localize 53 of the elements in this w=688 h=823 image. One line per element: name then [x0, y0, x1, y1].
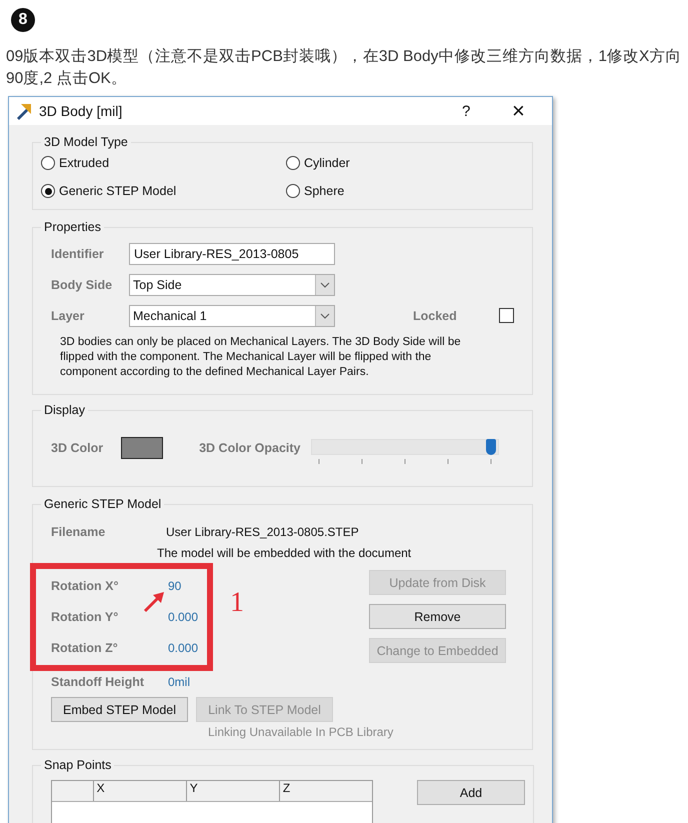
annotation-number: 1: [230, 588, 244, 618]
close-button[interactable]: ×: [512, 98, 532, 124]
radio-option[interactable]: Cylinder: [286, 156, 486, 170]
add-button[interactable]: Add: [417, 780, 525, 805]
instruction-text: 09版本双击3D模型（注意不是双击PCB封装哦），在3D Body中修改三维方向数据，1修改X方向90度,2 点击OK。: [6, 47, 682, 89]
dialog-button[interactable]: Embed STEP Model: [51, 697, 188, 722]
info-text: 3D bodies can only be placed on Mechanical Layers. The 3D Body Side will be flipped with the component. The Mechanical Layer will be flipped with the component according to the defined Mechanical Layer Pairs.: [60, 335, 462, 380]
field-label: Body Side: [50, 278, 114, 292]
column-header: X: [92, 781, 186, 801]
rotation-value[interactable]: 0.000: [168, 610, 198, 624]
group-title: Display: [43, 403, 86, 417]
checkbox[interactable]: [499, 308, 514, 323]
radio-button[interactable]: [286, 156, 300, 170]
radio-button[interactable]: [286, 184, 300, 198]
column-header: Y: [186, 781, 279, 801]
color-swatch[interactable]: [121, 436, 164, 458]
standoff-value[interactable]: 0mil: [168, 675, 190, 689]
rotation-value[interactable]: 0.000: [168, 640, 198, 654]
group-title: Snap Points: [43, 758, 112, 772]
group-title: Properties: [43, 220, 102, 234]
radio-option[interactable]: Extruded: [41, 156, 286, 170]
field-label: Layer: [50, 308, 86, 322]
step-number-badge: 8: [11, 8, 35, 32]
field-label: Filename: [50, 525, 106, 539]
window-title: 3D Body [mil]: [39, 103, 124, 119]
radio-button[interactable]: [41, 184, 55, 198]
opacity-slider[interactable]: [310, 439, 499, 455]
radio-option[interactable]: Sphere: [286, 184, 486, 198]
rotation-value[interactable]: 90: [168, 578, 182, 592]
field-label: 3D Color Opacity: [199, 440, 301, 454]
group-title: Generic STEP Model: [43, 497, 162, 511]
identifier-field[interactable]: User Library-RES_2013-0805: [129, 242, 335, 264]
dialog-button[interactable]: Remove: [369, 604, 506, 629]
app-icon: [15, 102, 33, 120]
dropdown[interactable]: Mechanical 1: [129, 304, 335, 326]
field-label: Rotation Y°: [50, 610, 120, 624]
slider-thumb[interactable]: [486, 439, 496, 455]
dropdown[interactable]: Top Side: [129, 274, 335, 296]
info-text: The model will be embedded with the document: [157, 546, 412, 560]
info-text: Linking Unavailable In PCB Library: [208, 725, 394, 739]
radio-option[interactable]: Generic STEP Model: [41, 184, 286, 198]
field-label: Locked: [413, 308, 458, 322]
radio-button[interactable]: [41, 156, 55, 170]
column-header: Z: [278, 781, 372, 801]
filename-text: User Library-RES_2013-0805.STEP: [166, 525, 359, 539]
help-button[interactable]: ?: [462, 102, 482, 120]
group-title: 3D Model Type: [43, 135, 129, 149]
arrow-icon: [143, 591, 165, 613]
field-label: Identifier: [50, 246, 105, 260]
field-label: Rotation X°: [50, 578, 120, 592]
field-label: Standoff Height: [50, 675, 146, 689]
field-label: Rotation Z°: [50, 640, 119, 654]
field-label: 3D Color: [50, 440, 104, 454]
